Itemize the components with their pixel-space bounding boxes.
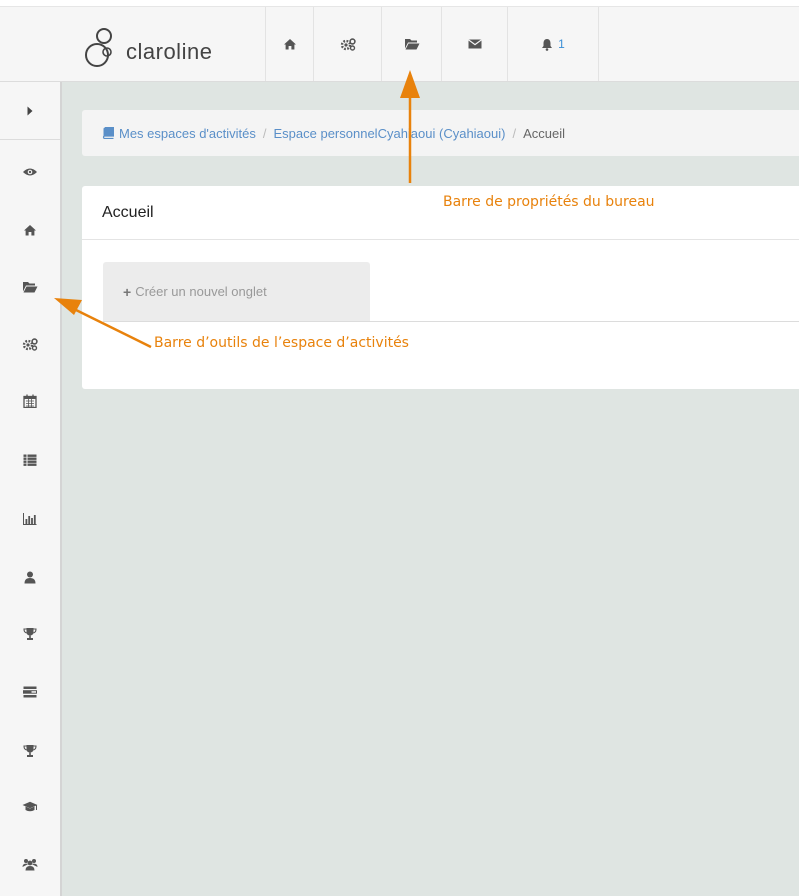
trophy-icon [23,628,37,640]
eye-icon [23,168,37,176]
sidebar-item-eye[interactable] [0,157,60,187]
nav-workspaces[interactable] [381,7,441,81]
tasks-icon [23,686,37,698]
breadcrumb-separator: / [512,125,517,141]
sidebar-item-user[interactable] [0,562,60,592]
trophy-icon [23,745,37,757]
sidebar-item-courses[interactable] [0,792,60,822]
panel-title: Accueil [82,186,799,240]
notification-count: 1 [558,37,565,51]
user-icon [24,571,36,583]
sidebar-item-trophy-2[interactable] [0,736,60,766]
nav-messages[interactable] [441,7,507,81]
main-content: Mes espaces d'activités / Espace personn… [62,82,799,896]
calendar-icon [23,394,37,408]
claroline-logo[interactable]: claroline [84,21,212,71]
sidebar-item-users[interactable] [0,849,60,879]
brand-name: claroline [126,39,213,64]
sidebar-item-agenda[interactable] [0,386,60,416]
book-icon [102,127,114,139]
top-nav: 1 [265,7,599,81]
folder-open-icon [404,39,419,50]
create-tab-label: Créer un nouvel onglet [135,284,267,299]
folder-open-icon [23,282,38,293]
home-icon [24,225,36,236]
sidebar-item-resources[interactable] [0,272,60,302]
cogs-icon [340,37,356,51]
sidebar-item-tools[interactable] [0,329,60,359]
sidebar-toggle[interactable] [0,82,60,140]
breadcrumb-separator: / [262,125,267,141]
workspace-sidebar [0,82,62,896]
envelope-icon [467,39,482,49]
breadcrumb-link-personal-workspace[interactable]: Espace personnelCyahiaoui (Cyahiaoui) [274,126,506,141]
nav-tools[interactable] [313,7,381,81]
claroline-logo-icon [85,28,112,67]
sidebar-item-trophy[interactable] [0,619,60,649]
bell-icon [542,38,553,51]
home-icon [283,39,296,50]
cogs-icon [22,337,38,351]
home-panel: Accueil + Créer un nouvel onglet [82,186,799,389]
breadcrumb-current: Accueil [523,125,566,141]
nav-home[interactable] [265,7,313,81]
breadcrumb-link-workspaces[interactable]: Mes espaces d'activités [119,126,256,141]
caret-right-icon [27,106,33,115]
tabs-divider [103,321,799,322]
top-navbar: claroline 1 [0,6,799,82]
annotation-workspace-toolbar: Barre d’outils de l’espace d’activités [154,335,409,351]
sidebar-item-tasks[interactable] [0,677,60,707]
annotation-desktop-properties-bar: Barre de propriétés du bureau [443,194,655,210]
list-icon [23,454,37,466]
nav-notifications[interactable]: 1 [507,7,599,81]
plus-icon: + [123,283,132,300]
bar-chart-icon [23,513,37,525]
breadcrumb: Mes espaces d'activités / Espace personn… [82,110,799,156]
users-icon [22,858,38,870]
sidebar-item-list[interactable] [0,445,60,475]
sidebar-item-analytics[interactable] [0,504,60,534]
sidebar-item-home[interactable] [0,215,60,245]
create-tab-button[interactable]: + Créer un nouvel onglet [103,262,370,321]
graduation-cap-icon [22,801,38,812]
